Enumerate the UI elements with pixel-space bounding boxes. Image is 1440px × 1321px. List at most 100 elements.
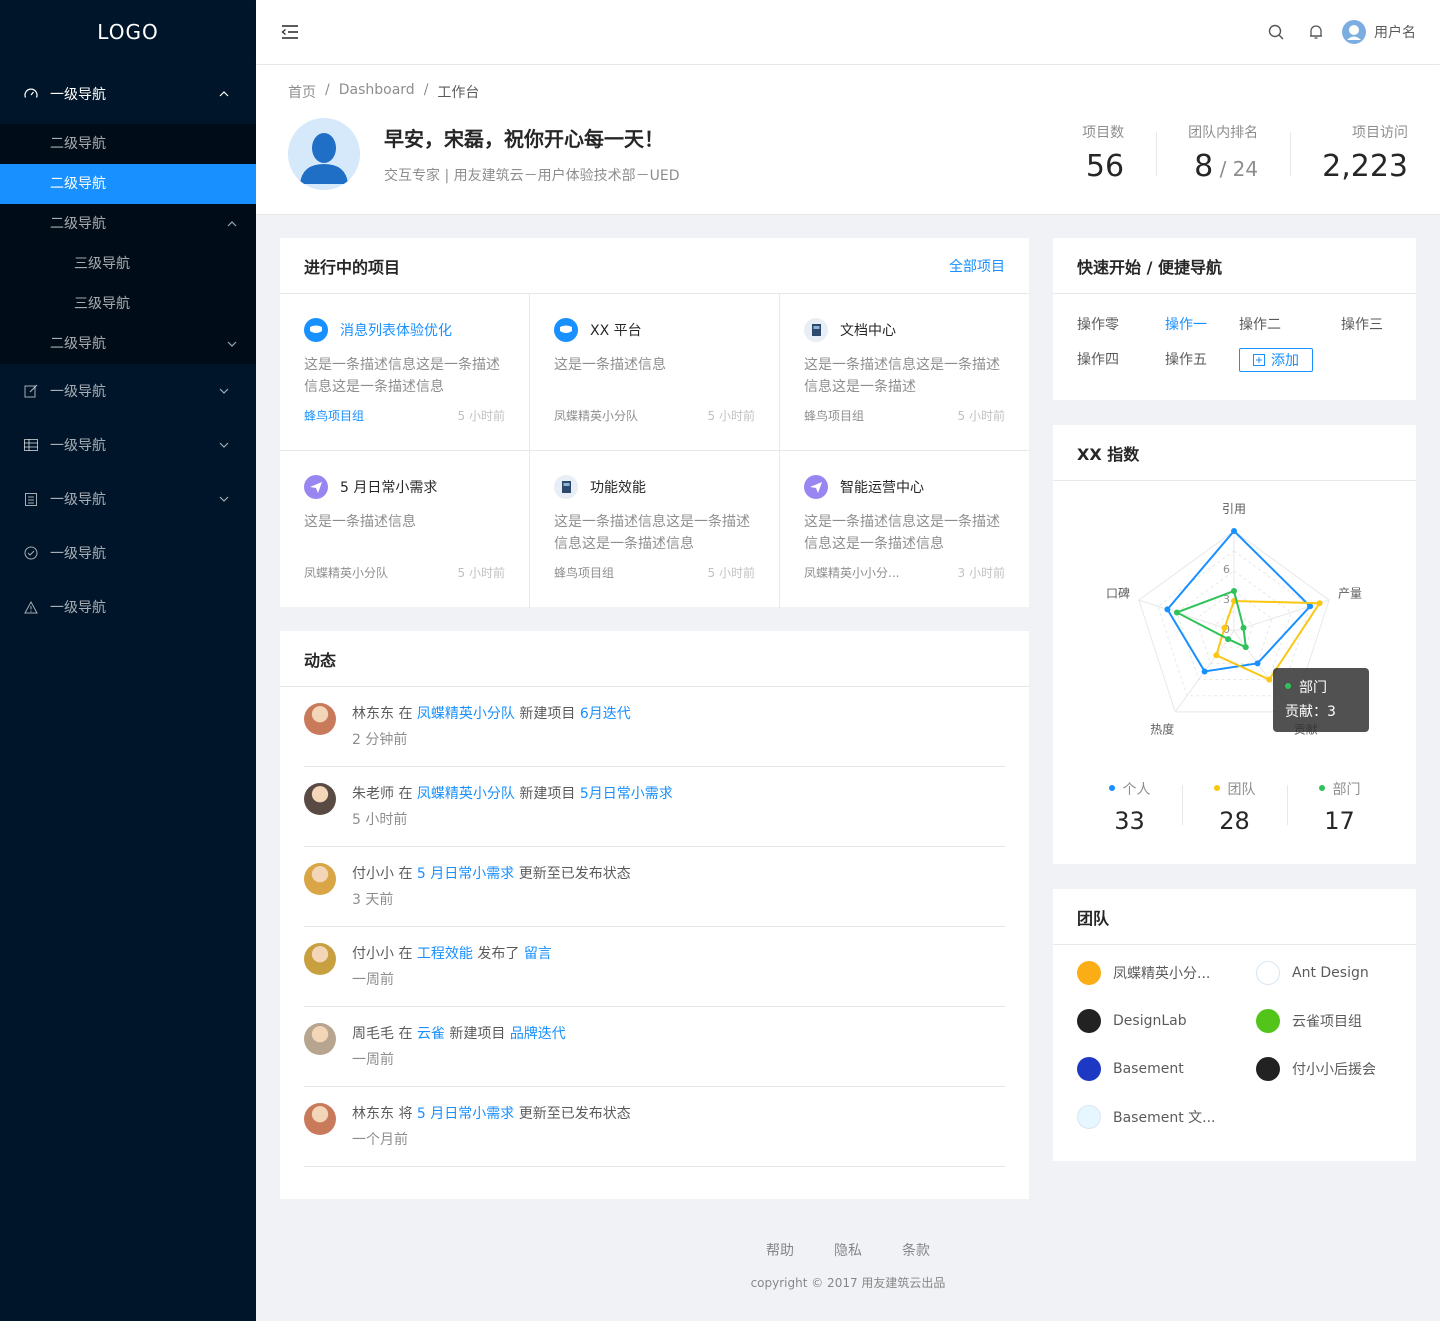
quick-link[interactable]: 操作零: [1077, 314, 1165, 336]
project-group-link[interactable]: 凤蝶精英小分队: [554, 407, 708, 424]
radar-axis-label: 引用: [1222, 502, 1246, 516]
project-group-link[interactable]: 凤蝶精英小小分...: [804, 564, 958, 581]
book-icon: [804, 318, 828, 342]
team-name: 凤蝶精英小分...: [1113, 966, 1211, 982]
project-group-link[interactable]: 蜂鸟项目组: [804, 407, 958, 424]
legend-item[interactable]: 团队 28: [1182, 779, 1287, 837]
chart-tooltip: 部门 贡献：3: [1273, 668, 1369, 732]
project-time: 5 小时前: [707, 409, 755, 423]
sidebar-item-table[interactable]: 一级导航: [0, 418, 256, 472]
team-item[interactable]: Basement 文...: [1077, 1105, 1256, 1129]
radar-point: [1316, 600, 1323, 607]
quick-link[interactable]: 操作三: [1341, 314, 1421, 336]
sidebar-item-label: 二级导航: [50, 136, 106, 152]
project-title[interactable]: 消息列表体验优化: [340, 320, 452, 340]
quick-link[interactable]: 操作二: [1239, 314, 1341, 336]
activity-action: 发布了: [477, 946, 520, 962]
legend-name: 个人: [1122, 782, 1151, 798]
project-group-link[interactable]: 蜂鸟项目组: [304, 407, 458, 424]
project-title[interactable]: 5 月日常小需求: [340, 477, 437, 497]
quick-link[interactable]: 操作四: [1077, 349, 1165, 371]
activity-verb: 将: [398, 1106, 413, 1122]
project-title[interactable]: 功能效能: [590, 477, 646, 497]
project-card[interactable]: 功能效能 这是一条描述信息这是一条描述信息这是一条描述信息 蜂鸟项目组 5 小时前: [530, 451, 780, 608]
sidebar-item-exception[interactable]: 一级导航: [0, 580, 256, 634]
bell-icon[interactable]: [1296, 0, 1336, 64]
sidebar-item-level3[interactable]: 三级导航: [0, 284, 256, 324]
team-item[interactable]: 付小小后援会: [1256, 1057, 1406, 1081]
project-title[interactable]: 智能运营中心: [840, 477, 924, 497]
activity-time: 一周前: [352, 1052, 394, 1068]
radar-point: [1213, 652, 1220, 659]
project-time: 5 小时前: [707, 566, 755, 580]
project-time: 5 小时前: [457, 409, 505, 423]
radar-point: [1164, 606, 1171, 613]
radar-point: [1201, 668, 1208, 675]
legend-item[interactable]: 个人 33: [1077, 779, 1182, 837]
activity-target-link[interactable]: 工程效能: [417, 946, 473, 962]
project-desc: 这是一条描述信息这是一条描述信息这是一条描述信息: [804, 514, 1000, 552]
activity-object-link[interactable]: 品牌迭代: [510, 1026, 566, 1042]
project-title[interactable]: XX 平台: [590, 320, 642, 340]
team-item[interactable]: 云雀项目组: [1256, 1009, 1406, 1033]
project-card[interactable]: XX 平台 这是一条描述信息 凤蝶精英小分队 5 小时前: [530, 294, 780, 451]
sidebar-item-label: 一级导航: [50, 438, 106, 454]
add-button[interactable]: 添加: [1239, 348, 1313, 372]
team-item[interactable]: Basement: [1077, 1057, 1256, 1081]
team-avatar: [1256, 1009, 1280, 1033]
activity-target-link[interactable]: 凤蝶精英小分队: [417, 706, 515, 722]
quick-link[interactable]: 操作五: [1165, 349, 1239, 371]
table-icon: [24, 438, 38, 452]
user-avatar-large: [288, 118, 360, 190]
all-projects-link[interactable]: 全部项目: [949, 256, 1005, 276]
legend-item[interactable]: 部门 17: [1287, 779, 1392, 837]
activity-target-link[interactable]: 5 月日常小需求: [417, 866, 514, 882]
activity-verb: 在: [398, 1026, 413, 1042]
activity-object-link[interactable]: 留言: [524, 946, 552, 962]
avatar: [1342, 20, 1366, 44]
profile-icon: [24, 492, 38, 506]
project-card[interactable]: 智能运营中心这是一条描述信息这是一条描述信息这是一条描述信息凤蝶精英小小分...…: [780, 451, 1029, 608]
breadcrumb-dashboard[interactable]: Dashboard: [339, 82, 415, 102]
sidebar-item-level2-selected[interactable]: 二级导航: [0, 164, 256, 204]
sidebar-item-profile[interactable]: 一级导航: [0, 472, 256, 526]
activity-target-link[interactable]: 云雀: [417, 1026, 445, 1042]
sidebar-item-level2[interactable]: 二级导航: [0, 124, 256, 164]
edit-icon: [24, 384, 38, 398]
project-group-link[interactable]: 凤蝶精英小分队: [304, 564, 458, 581]
team-item[interactable]: 凤蝶精英小分...: [1077, 961, 1256, 985]
footer-terms-link[interactable]: 条款: [902, 1240, 930, 1260]
activity-target-link[interactable]: 凤蝶精英小分队: [417, 786, 515, 802]
sidebar-item-level2-expanded[interactable]: 二级导航: [0, 204, 256, 244]
sidebar-submenu: 二级导航 二级导航 二级导航 三级导航 三级导航 二级导航: [0, 124, 256, 364]
menu-fold-icon[interactable]: [256, 0, 324, 64]
activity-target-link[interactable]: 5 月日常小需求: [417, 1106, 514, 1122]
radar-card: XX 指数 引用产量贡献热度口碑036 部门 贡献：3 个人33 团队28 部门…: [1053, 425, 1416, 864]
team-avatar: [1077, 1009, 1101, 1033]
sidebar-item-level2[interactable]: 二级导航: [0, 324, 256, 364]
search-icon[interactable]: [1256, 0, 1296, 64]
team-name: Basement: [1113, 1061, 1184, 1077]
greeting: 早安，宋磊，祝你开心每一天！: [384, 127, 664, 151]
project-group-link[interactable]: 蜂鸟项目组: [554, 564, 708, 581]
activity-object-link[interactable]: 6月迭代: [580, 706, 631, 722]
sidebar-item-result[interactable]: 一级导航: [0, 526, 256, 580]
project-title[interactable]: 文档中心: [840, 320, 896, 340]
activity-user: 朱老师: [352, 786, 394, 802]
team-item[interactable]: DesignLab: [1077, 1009, 1256, 1033]
footer-privacy-link[interactable]: 隐私: [834, 1240, 862, 1260]
activity-user: 付小小: [352, 866, 394, 882]
breadcrumb-home[interactable]: 首页: [288, 82, 316, 102]
project-card[interactable]: 消息列表体验优化 这是一条描述信息这是一条描述信息这是一条描述信息 蜂鸟项目组 5 小…: [280, 294, 530, 451]
sidebar-group-1[interactable]: 一级导航: [0, 64, 256, 124]
activity-object-link[interactable]: 5月日常小需求: [580, 786, 673, 802]
team-item[interactable]: Ant Design: [1256, 961, 1406, 985]
project-card[interactable]: 文档中心 这是一条描述信息这是一条描述信息这是一条描述 蜂鸟项目组 5 小时前: [780, 294, 1029, 451]
sidebar-item-form[interactable]: 一级导航: [0, 364, 256, 418]
activity-item: 朱老师 在 凤蝶精英小分队 新建项目 5月日常小需求 5 小时前: [304, 767, 1005, 847]
user-menu[interactable]: 用户名: [1342, 20, 1416, 44]
quick-link-active[interactable]: 操作一: [1165, 314, 1239, 336]
project-card[interactable]: 5 月日常小需求 这是一条描述信息 凤蝶精英小分队 5 小时前: [280, 451, 530, 608]
footer-help-link[interactable]: 帮助: [766, 1240, 794, 1260]
sidebar-item-level3[interactable]: 三级导航: [0, 244, 256, 284]
